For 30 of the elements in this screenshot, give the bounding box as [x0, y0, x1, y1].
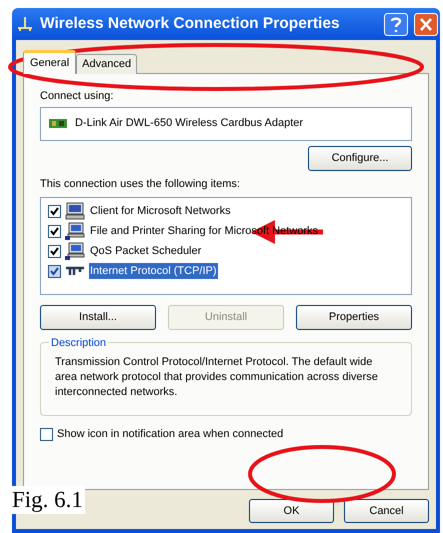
description-text: Transmission Control Protocol/Internet Protocol. The default wide area network protocol that provides communication across diverse interconnected networks. — [55, 355, 379, 400]
tab[interactable]: General — [23, 50, 76, 74]
list-item[interactable]: Internet Protocol (TCP/IP) — [89, 262, 218, 280]
checkbox[interactable] — [48, 244, 61, 258]
window-title: Wireless Network Connection Properties — [40, 14, 341, 34]
items-label: This connection uses the following items: — [40, 176, 241, 192]
computer-icon — [65, 222, 85, 240]
help-icon[interactable] — [384, 12, 408, 36]
list-item[interactable]: Client for Microsoft Networks — [89, 202, 232, 220]
checkbox[interactable] — [48, 264, 61, 278]
close-icon[interactable] — [414, 12, 438, 36]
configure-button[interactable]: Configure... — [308, 146, 412, 170]
group-legend: Description — [49, 335, 108, 352]
checkbox[interactable] — [48, 204, 61, 218]
network-card-icon — [49, 118, 67, 130]
checkbox[interactable] — [48, 224, 61, 238]
button[interactable]: Cancel — [344, 499, 429, 523]
button[interactable]: Properties — [296, 305, 412, 330]
network-icon — [16, 16, 34, 32]
field-label: Connect using: — [40, 89, 114, 104]
computer-icon — [65, 202, 85, 220]
button[interactable]: Install... — [40, 305, 156, 330]
list-item[interactable]: QoS Packet Scheduler — [89, 242, 202, 260]
button[interactable]: OK — [249, 499, 334, 523]
tab[interactable]: Advanced — [76, 54, 138, 74]
computer-icon — [65, 242, 85, 260]
checkbox-label[interactable]: Show icon in notification area when connected — [57, 426, 284, 442]
checkbox[interactable] — [40, 428, 53, 441]
adapter-name: D-Link Air DWL-650 Wireless Cardbus Adapter — [75, 116, 304, 132]
figure-caption: Fig. 6.1 — [12, 486, 85, 514]
